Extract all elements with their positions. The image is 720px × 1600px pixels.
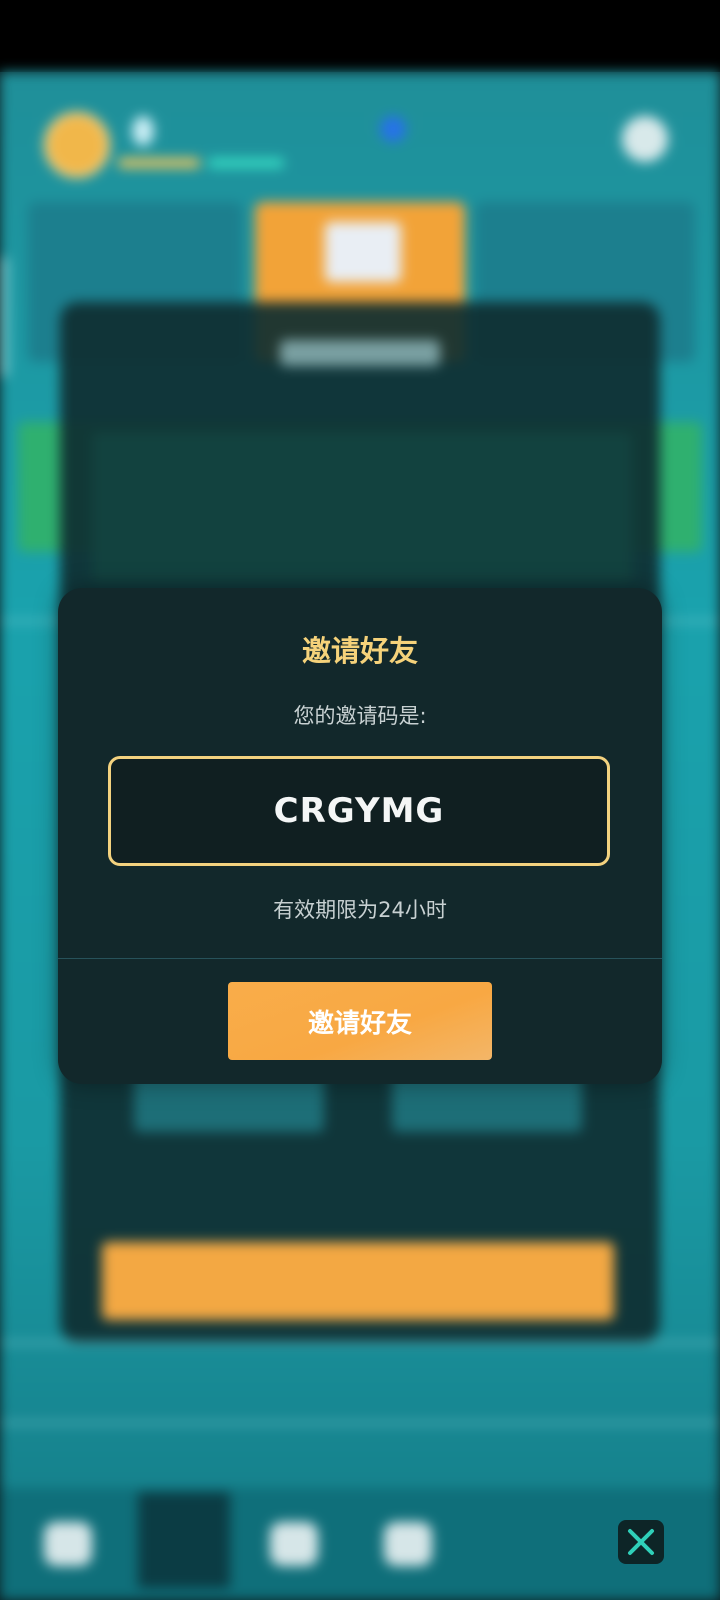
invite-dialog: 邀请好友 您的邀请码是: CRGYMG 有效期限为24小时 邀请好友 [58, 588, 662, 1084]
invite-code[interactable]: CRGYMG [274, 791, 445, 831]
bottom-navigation [0, 1488, 720, 1600]
water-drop-icon [132, 116, 154, 146]
background-panel-title [280, 340, 440, 366]
invite-code-box[interactable]: CRGYMG [108, 756, 610, 866]
warning-icon [44, 1522, 92, 1566]
heart-icon [384, 1522, 432, 1566]
avatar [44, 112, 110, 178]
side-handle [0, 257, 8, 377]
gear-icon [622, 116, 668, 162]
compass-icon [270, 1522, 318, 1566]
close-icon [628, 1529, 654, 1555]
background-invite-button [102, 1242, 614, 1320]
dialog-title: 邀请好友 [301, 634, 418, 668]
bottom-nav-selected [138, 1492, 230, 1588]
invite-code-label: 您的邀请码是: [293, 704, 427, 728]
currency-icon [380, 116, 406, 142]
status-bar [0, 0, 720, 72]
close-button[interactable] [618, 1520, 664, 1564]
divider [0, 1422, 720, 1424]
progress-bar [208, 158, 284, 168]
expiry-text: 有效期限为24小时 [273, 898, 447, 922]
progress-bar [118, 158, 200, 168]
divider [58, 958, 662, 959]
invite-friends-button[interactable]: 邀请好友 [228, 982, 492, 1060]
background-panel-text [92, 432, 632, 582]
divider [0, 1342, 720, 1344]
book-icon [325, 222, 401, 282]
